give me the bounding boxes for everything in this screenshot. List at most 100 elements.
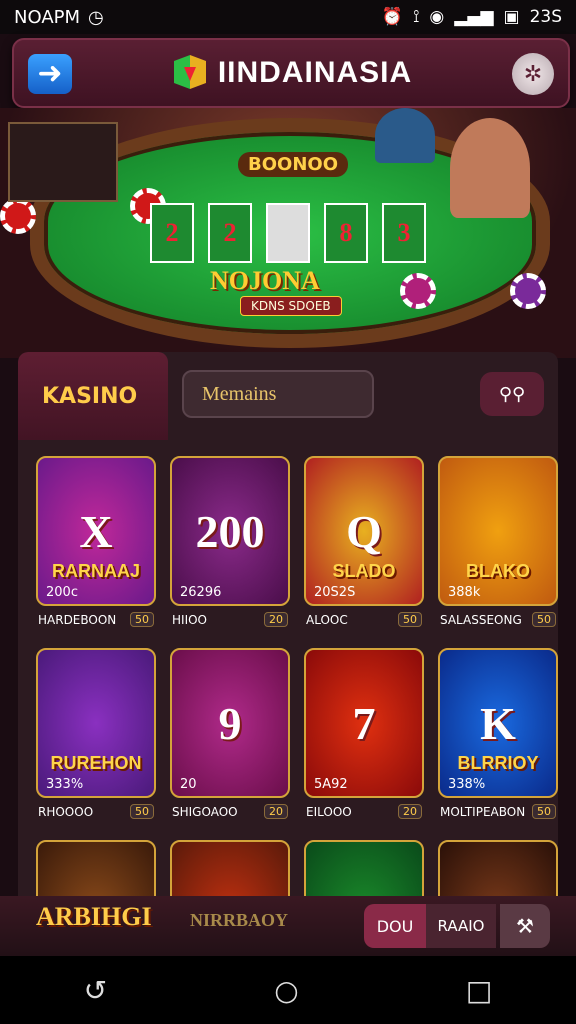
table-card: 2 (150, 203, 194, 263)
game-meta: HIIOO 20 (170, 606, 290, 627)
game-title: BLAKO (466, 561, 530, 581)
game-thumbnail[interactable]: X RARNAAJ 200c (36, 456, 156, 606)
game-symbol: Q (346, 505, 382, 557)
game-thumbnail[interactable]: 200 26296 (170, 456, 290, 606)
back-arrow-icon: ➜ (37, 56, 63, 91)
status-bar: NOAPM ◷ ⏰ ⟟ ◉ ▂▄▆ ▣ 23S (0, 0, 576, 34)
game-value: 200c (46, 585, 78, 600)
home-icon[interactable]: ○ (274, 974, 298, 1007)
bottom-game-title[interactable]: NIRRBAOY (190, 910, 288, 931)
table-title: BOONOO (238, 152, 348, 177)
battery-icon: ▣ (503, 7, 520, 27)
game-thumbnail[interactable]: BLAKO 388k (438, 456, 558, 606)
bottom-action-button[interactable]: DOU (364, 904, 426, 948)
game-badge: 50 (532, 612, 556, 627)
table-cards: 2 2 8 3 (150, 203, 426, 263)
game-name: EILOOO (306, 804, 352, 819)
game-value: 333% (46, 777, 84, 792)
game-meta: SHIGOAOO 20 (170, 798, 290, 819)
game-name: HARDEBOON (38, 612, 117, 627)
table-card: 8 (324, 203, 368, 263)
game-symbol: 9 (218, 697, 242, 749)
game-name: SALASSEONG (440, 612, 522, 627)
status-left-text: NOAPM (14, 6, 81, 28)
table-sub-label: KDNS SDOEB (240, 296, 342, 316)
game-thumbnail[interactable]: RUREHON 333% (36, 648, 156, 798)
chip-icon (0, 198, 36, 234)
game-badge: 50 (130, 804, 154, 819)
game-meta: SALASSEONG 50 (438, 606, 558, 627)
game-value: 20 (180, 777, 197, 792)
android-nav-bar: ↺ ○ □ (0, 956, 576, 1024)
game-badge: 20 (264, 612, 288, 627)
game-value: 388k (448, 585, 481, 600)
bottom-game-title[interactable]: ARBIHGI (36, 902, 152, 932)
game-tile[interactable]: RUREHON 333% RHOOOO 50 (36, 648, 156, 824)
settings-button[interactable]: ✲ (512, 53, 554, 95)
chip-icon (510, 273, 546, 309)
recent-apps-icon[interactable]: □ (466, 974, 492, 1007)
table-card: 3 (382, 203, 426, 263)
game-thumbnail[interactable]: 7 5A92 (304, 648, 424, 798)
game-tile[interactable]: 9 20 SHIGOAOO 20 (170, 648, 290, 824)
search-button[interactable]: ⚲⚲ (480, 372, 544, 416)
game-tile[interactable]: 7 5A92 EILOOO 20 (304, 648, 424, 824)
game-tile[interactable]: Q SLADO 20S2S ALOOC 50 (304, 456, 424, 632)
game-symbol: 7 (352, 697, 376, 749)
games-panel: KASINO Memains ⚲⚲ X RARNAAJ 200c HARDEBOON 5… (18, 352, 558, 952)
game-name: MOLTIPEABON (440, 804, 526, 819)
alarm-icon: ⏰ (381, 7, 404, 27)
game-tile[interactable]: 200 26296 HIIOO 20 (170, 456, 290, 632)
menu-button[interactable]: ➜ (28, 54, 72, 94)
game-title: BLRRIOY (457, 753, 539, 773)
game-meta: MOLTIPEABON 50 (438, 798, 558, 819)
game-meta: RHOOOO 50 (36, 798, 156, 819)
back-icon[interactable]: ↺ (84, 974, 107, 1007)
game-badge: 50 (532, 804, 556, 819)
bottom-action-button[interactable]: RAAIO (426, 904, 496, 948)
slot-machine-image (8, 122, 118, 202)
game-meta: EILOOO 20 (304, 798, 424, 819)
game-tile[interactable]: BLAKO 388k SALASSEONG 50 (438, 456, 558, 632)
game-badge: 50 (130, 612, 154, 627)
game-badge: 20 (264, 804, 288, 819)
bottom-tool-button[interactable]: ⚒ (500, 904, 550, 948)
tab-casino[interactable]: KASINO (18, 352, 168, 440)
game-tile[interactable]: K BLRRIOY 338% MOLTIPEABON 50 (438, 648, 558, 824)
game-name: HIIOO (172, 612, 207, 627)
table-label: NOJONA (210, 266, 320, 295)
settings-icon: ✲ (523, 61, 543, 87)
brand: IINDAINASIA (170, 53, 412, 93)
dealer-figure (450, 118, 530, 218)
game-name: ALOOC (306, 612, 348, 627)
chip-icon (400, 273, 436, 309)
game-value: 20S2S (314, 585, 356, 600)
game-tile[interactable]: X RARNAAJ 200c HARDEBOON 50 (36, 456, 156, 632)
status-time: 23S (529, 7, 562, 27)
signal-icon: ▂▄▆ (454, 7, 494, 27)
app-title: IINDAINASIA (217, 56, 413, 89)
game-symbol: K (480, 697, 516, 749)
table-card (266, 203, 310, 263)
game-title: RUREHON (50, 753, 142, 773)
game-thumbnail[interactable]: 9 20 (170, 648, 290, 798)
table-card: 2 (208, 203, 252, 263)
brand-logo-icon (170, 53, 210, 93)
clock-icon: ◷ (88, 6, 104, 28)
game-meta: HARDEBOON 50 (36, 606, 156, 627)
game-symbol: X (79, 505, 113, 557)
app-header: ➜ IINDAINASIA ✲ (12, 38, 570, 108)
game-value: 5A92 (314, 777, 348, 792)
search-input[interactable]: Memains (182, 370, 374, 418)
game-name: SHIGOAOO (172, 804, 238, 819)
hero-banner[interactable]: BOONOO 2 2 8 3 NOJONA KDNS SDOEB (0, 108, 576, 358)
game-title: RARNAAJ (51, 561, 140, 581)
games-grid: X RARNAAJ 200c HARDEBOON 50 200 26296 HIIOO 20 Q S… (36, 456, 558, 952)
player-figure (375, 108, 435, 163)
bottom-bar: ARBIHGI NIRRBAOY DOU RAAIO ⚒ (0, 896, 576, 956)
game-badge: 50 (398, 612, 422, 627)
game-thumbnail[interactable]: K BLRRIOY 338% (438, 648, 558, 798)
game-thumbnail[interactable]: Q SLADO 20S2S (304, 456, 424, 606)
game-title: SLADO (332, 561, 396, 581)
search-icon: ⚲⚲ (498, 383, 526, 405)
